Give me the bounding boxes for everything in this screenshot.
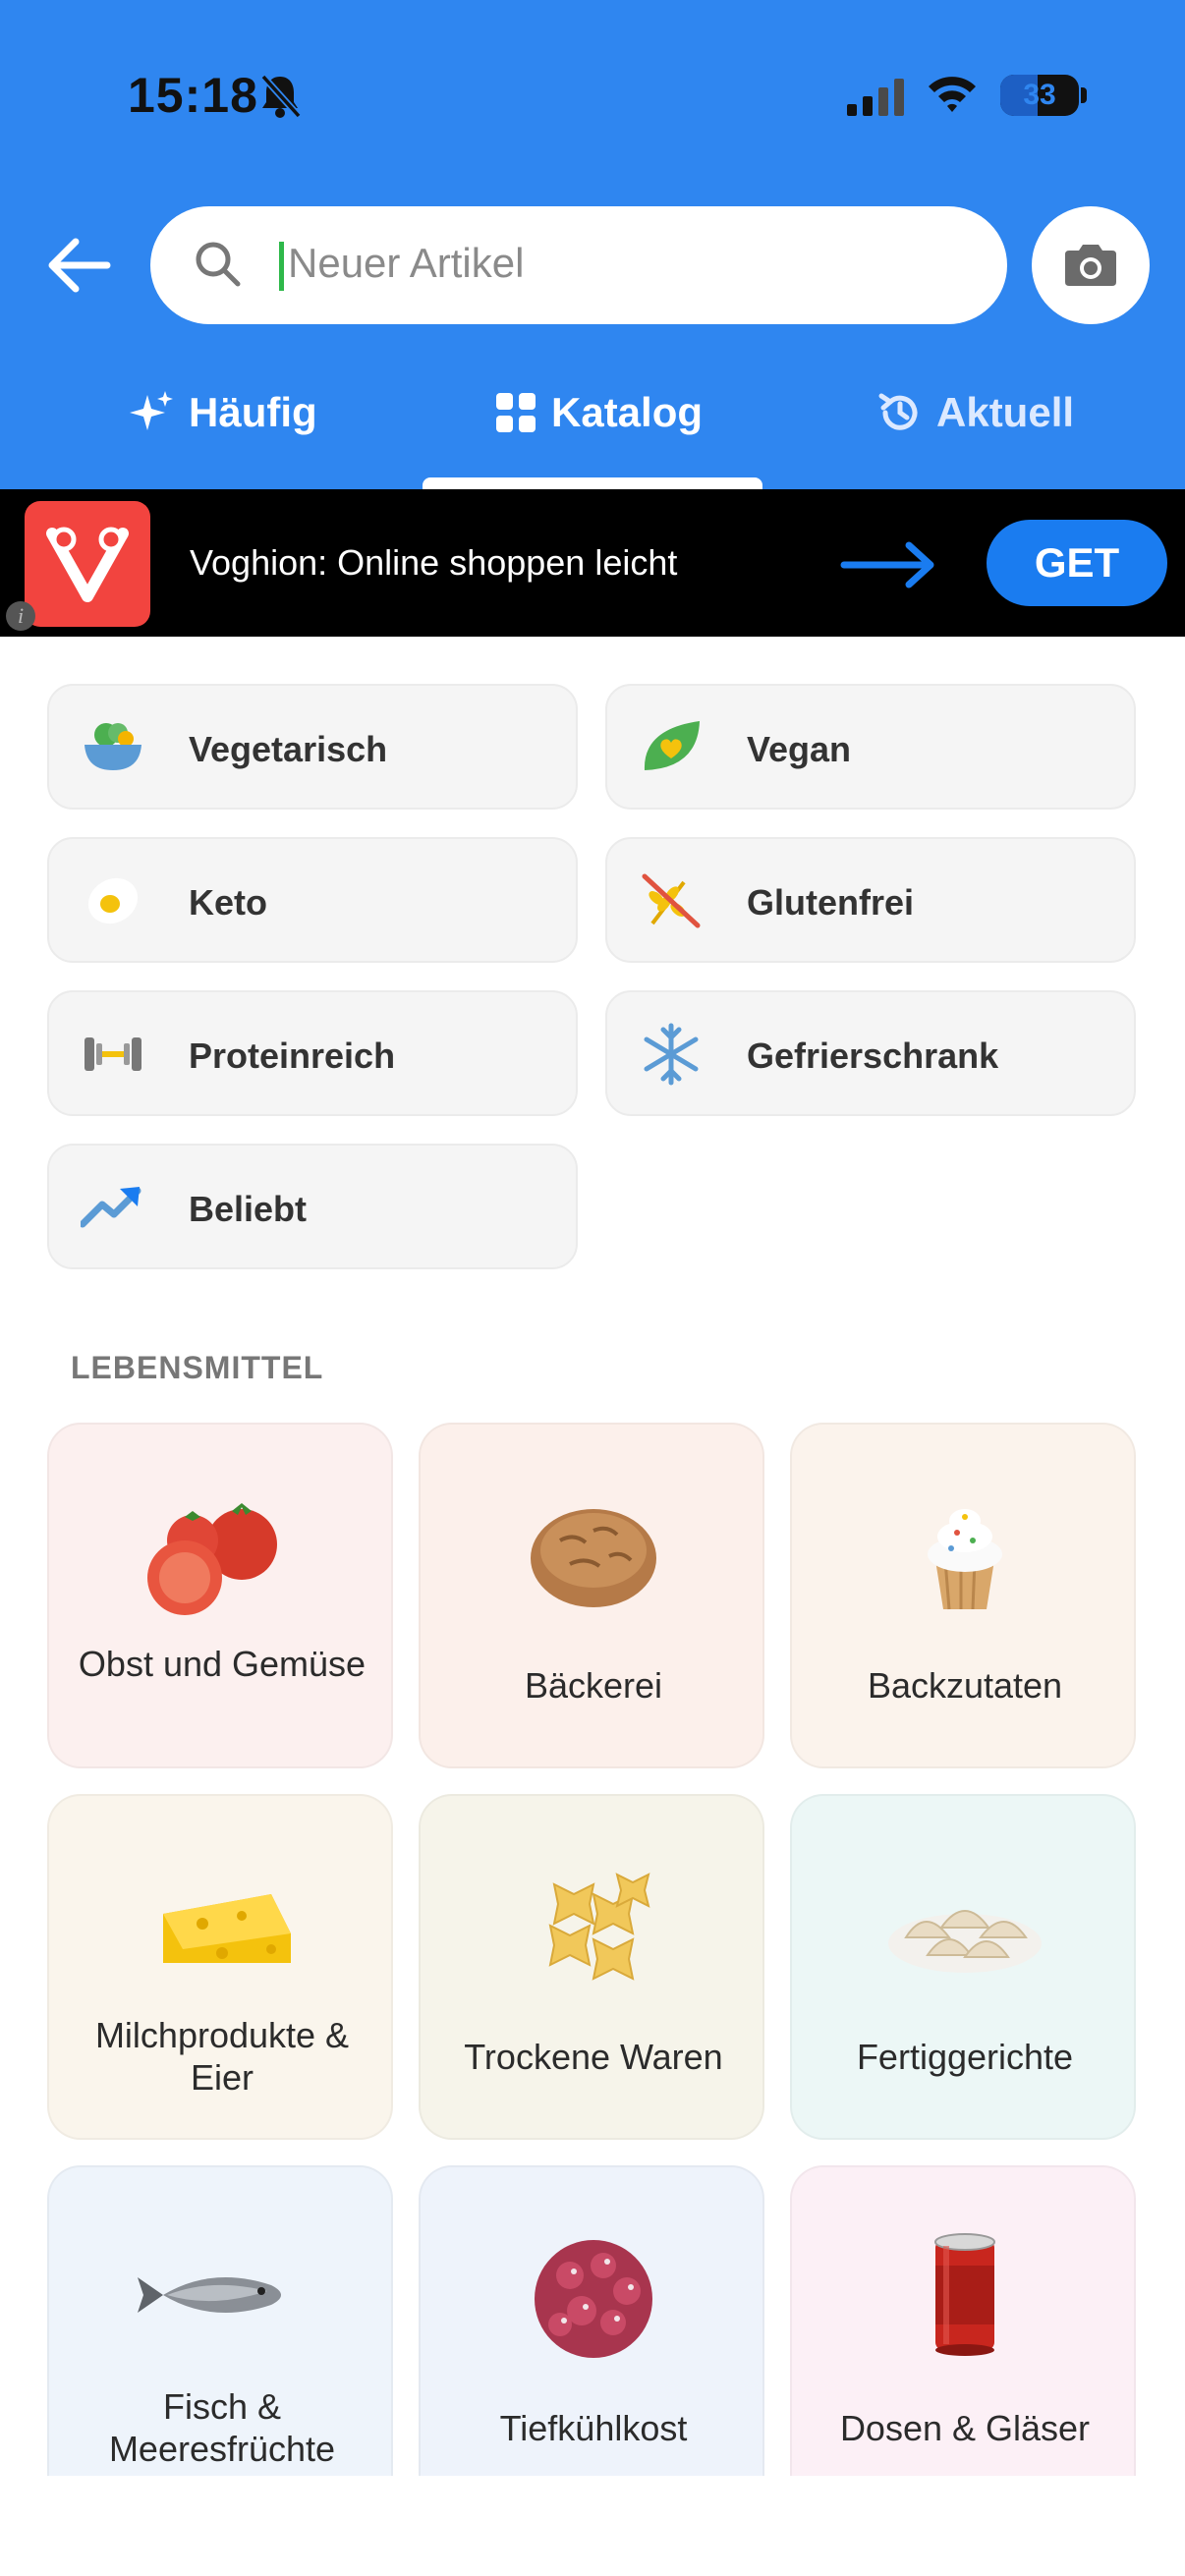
leaf-heart-icon (644, 721, 700, 770)
search-placeholder: Neuer Artikel (288, 240, 525, 286)
sparkles-icon (130, 391, 173, 430)
category-trockene-waren[interactable]: Trockene Waren (419, 1794, 764, 2140)
cellular-signal-icon (847, 77, 908, 123)
section-title: LEBENSMITTEL (71, 1350, 324, 1385)
category-label: Tiefkühlkost (499, 2408, 688, 2448)
cheese-icon (163, 1894, 291, 1963)
cupcake-icon (928, 1509, 1002, 1610)
category-tiefkuehlkost[interactable]: Tiefkühlkost (419, 2165, 764, 2511)
category-milchprodukte-eier[interactable]: Milchprodukte & Eier (47, 1794, 393, 2140)
category-label: Fertiggerichte (856, 2037, 1074, 2077)
chip-label: Keto (189, 882, 267, 923)
tab-aktuell[interactable]: Aktuell (877, 383, 1074, 442)
no-wheat-icon (642, 873, 701, 928)
can-icon (934, 2233, 995, 2356)
arrow-right-icon (840, 540, 938, 594)
egg-icon (87, 877, 139, 924)
tab-aktuell-label: Aktuell (936, 389, 1075, 435)
category-label: Trockene Waren (464, 2037, 723, 2077)
chip-vegetarisch[interactable]: Vegetarisch (47, 684, 578, 810)
tab-katalog-label: Katalog (551, 389, 704, 435)
voghion-logo-icon[interactable] (25, 501, 150, 627)
grid-icon (496, 393, 536, 432)
tab-haeufig[interactable]: Häufig (128, 383, 317, 442)
chip-keto[interactable]: Keto (47, 837, 578, 963)
dumbbell-icon (85, 1037, 141, 1071)
status-time: 15:18 (128, 68, 258, 123)
pasta-icon (548, 1873, 650, 1981)
search-icon (196, 242, 241, 287)
category-baeckerei[interactable]: Bäckerei (419, 1423, 764, 1768)
trending-up-icon (81, 1187, 141, 1228)
chip-glutenfrei[interactable]: Glutenfrei (605, 837, 1136, 963)
ad-get-button[interactable]: GET (987, 520, 1167, 606)
text-caret (279, 242, 284, 291)
tab-katalog[interactable]: Katalog (494, 383, 703, 442)
chip-label: Vegan (747, 729, 852, 769)
dumplings-icon (888, 1910, 1042, 1973)
chip-beliebt[interactable]: Beliebt (47, 1144, 578, 1269)
back-button[interactable] (39, 226, 118, 305)
tomatoes-icon (147, 1503, 277, 1615)
ad-info-icon[interactable]: i (6, 601, 35, 631)
category-fertiggerichte[interactable]: Fertiggerichte (790, 1794, 1136, 2140)
category-backzutaten[interactable]: Backzutaten (790, 1423, 1136, 1768)
category-fisch-meeresfruechte[interactable]: Fisch & Meeresfrüchte (47, 2165, 393, 2511)
category-label: Obst und Gemüse (78, 1644, 367, 1684)
chip-vegan[interactable]: Vegan (605, 684, 1136, 810)
fish-icon (138, 2277, 281, 2313)
tab-haeufig-label: Häufig (189, 389, 317, 435)
ad-text: Voghion: Online shoppen leicht (190, 542, 678, 583)
arrow-left-icon (48, 238, 111, 293)
wifi-icon (926, 73, 979, 119)
chip-label: Proteinreich (189, 1036, 396, 1076)
salad-bowl-icon (85, 723, 141, 770)
chip-proteinreich[interactable]: Proteinreich (47, 990, 578, 1116)
chip-label: Gefrierschrank (747, 1036, 999, 1076)
chip-label: Glutenfrei (747, 882, 915, 923)
category-label: Backzutaten (867, 1665, 1063, 1706)
frozen-berries-icon (535, 2240, 652, 2358)
active-tab-indicator (423, 477, 762, 489)
battery-percent: 33 (1023, 79, 1056, 111)
history-icon (878, 393, 918, 430)
chip-gefrierschrank[interactable]: Gefrierschrank (605, 990, 1136, 1116)
category-label: Bäckerei (524, 1665, 663, 1706)
search-input[interactable]: Neuer Artikel (150, 206, 1007, 324)
category-label: Milchprodukte & Eier (94, 2015, 350, 2098)
bell-muted-icon (257, 71, 303, 125)
battery-indicator: 33 (1000, 75, 1079, 116)
bread-icon (531, 1509, 656, 1607)
camera-button[interactable] (1032, 206, 1150, 324)
category-label: Dosen & Gläser (839, 2408, 1091, 2448)
bottom-area (0, 2476, 1185, 2576)
category-dosen-glaeser[interactable]: Dosen & Gläser (790, 2165, 1136, 2511)
category-obst-gemuese[interactable]: Obst und Gemüse (47, 1423, 393, 1768)
snowflake-icon (644, 1023, 699, 1086)
chip-label: Vegetarisch (189, 729, 388, 769)
chip-label: Beliebt (189, 1189, 308, 1229)
battery-tip (1081, 87, 1087, 103)
category-label: Fisch & Meeresfrüchte (108, 2386, 336, 2469)
camera-icon (1065, 245, 1116, 286)
